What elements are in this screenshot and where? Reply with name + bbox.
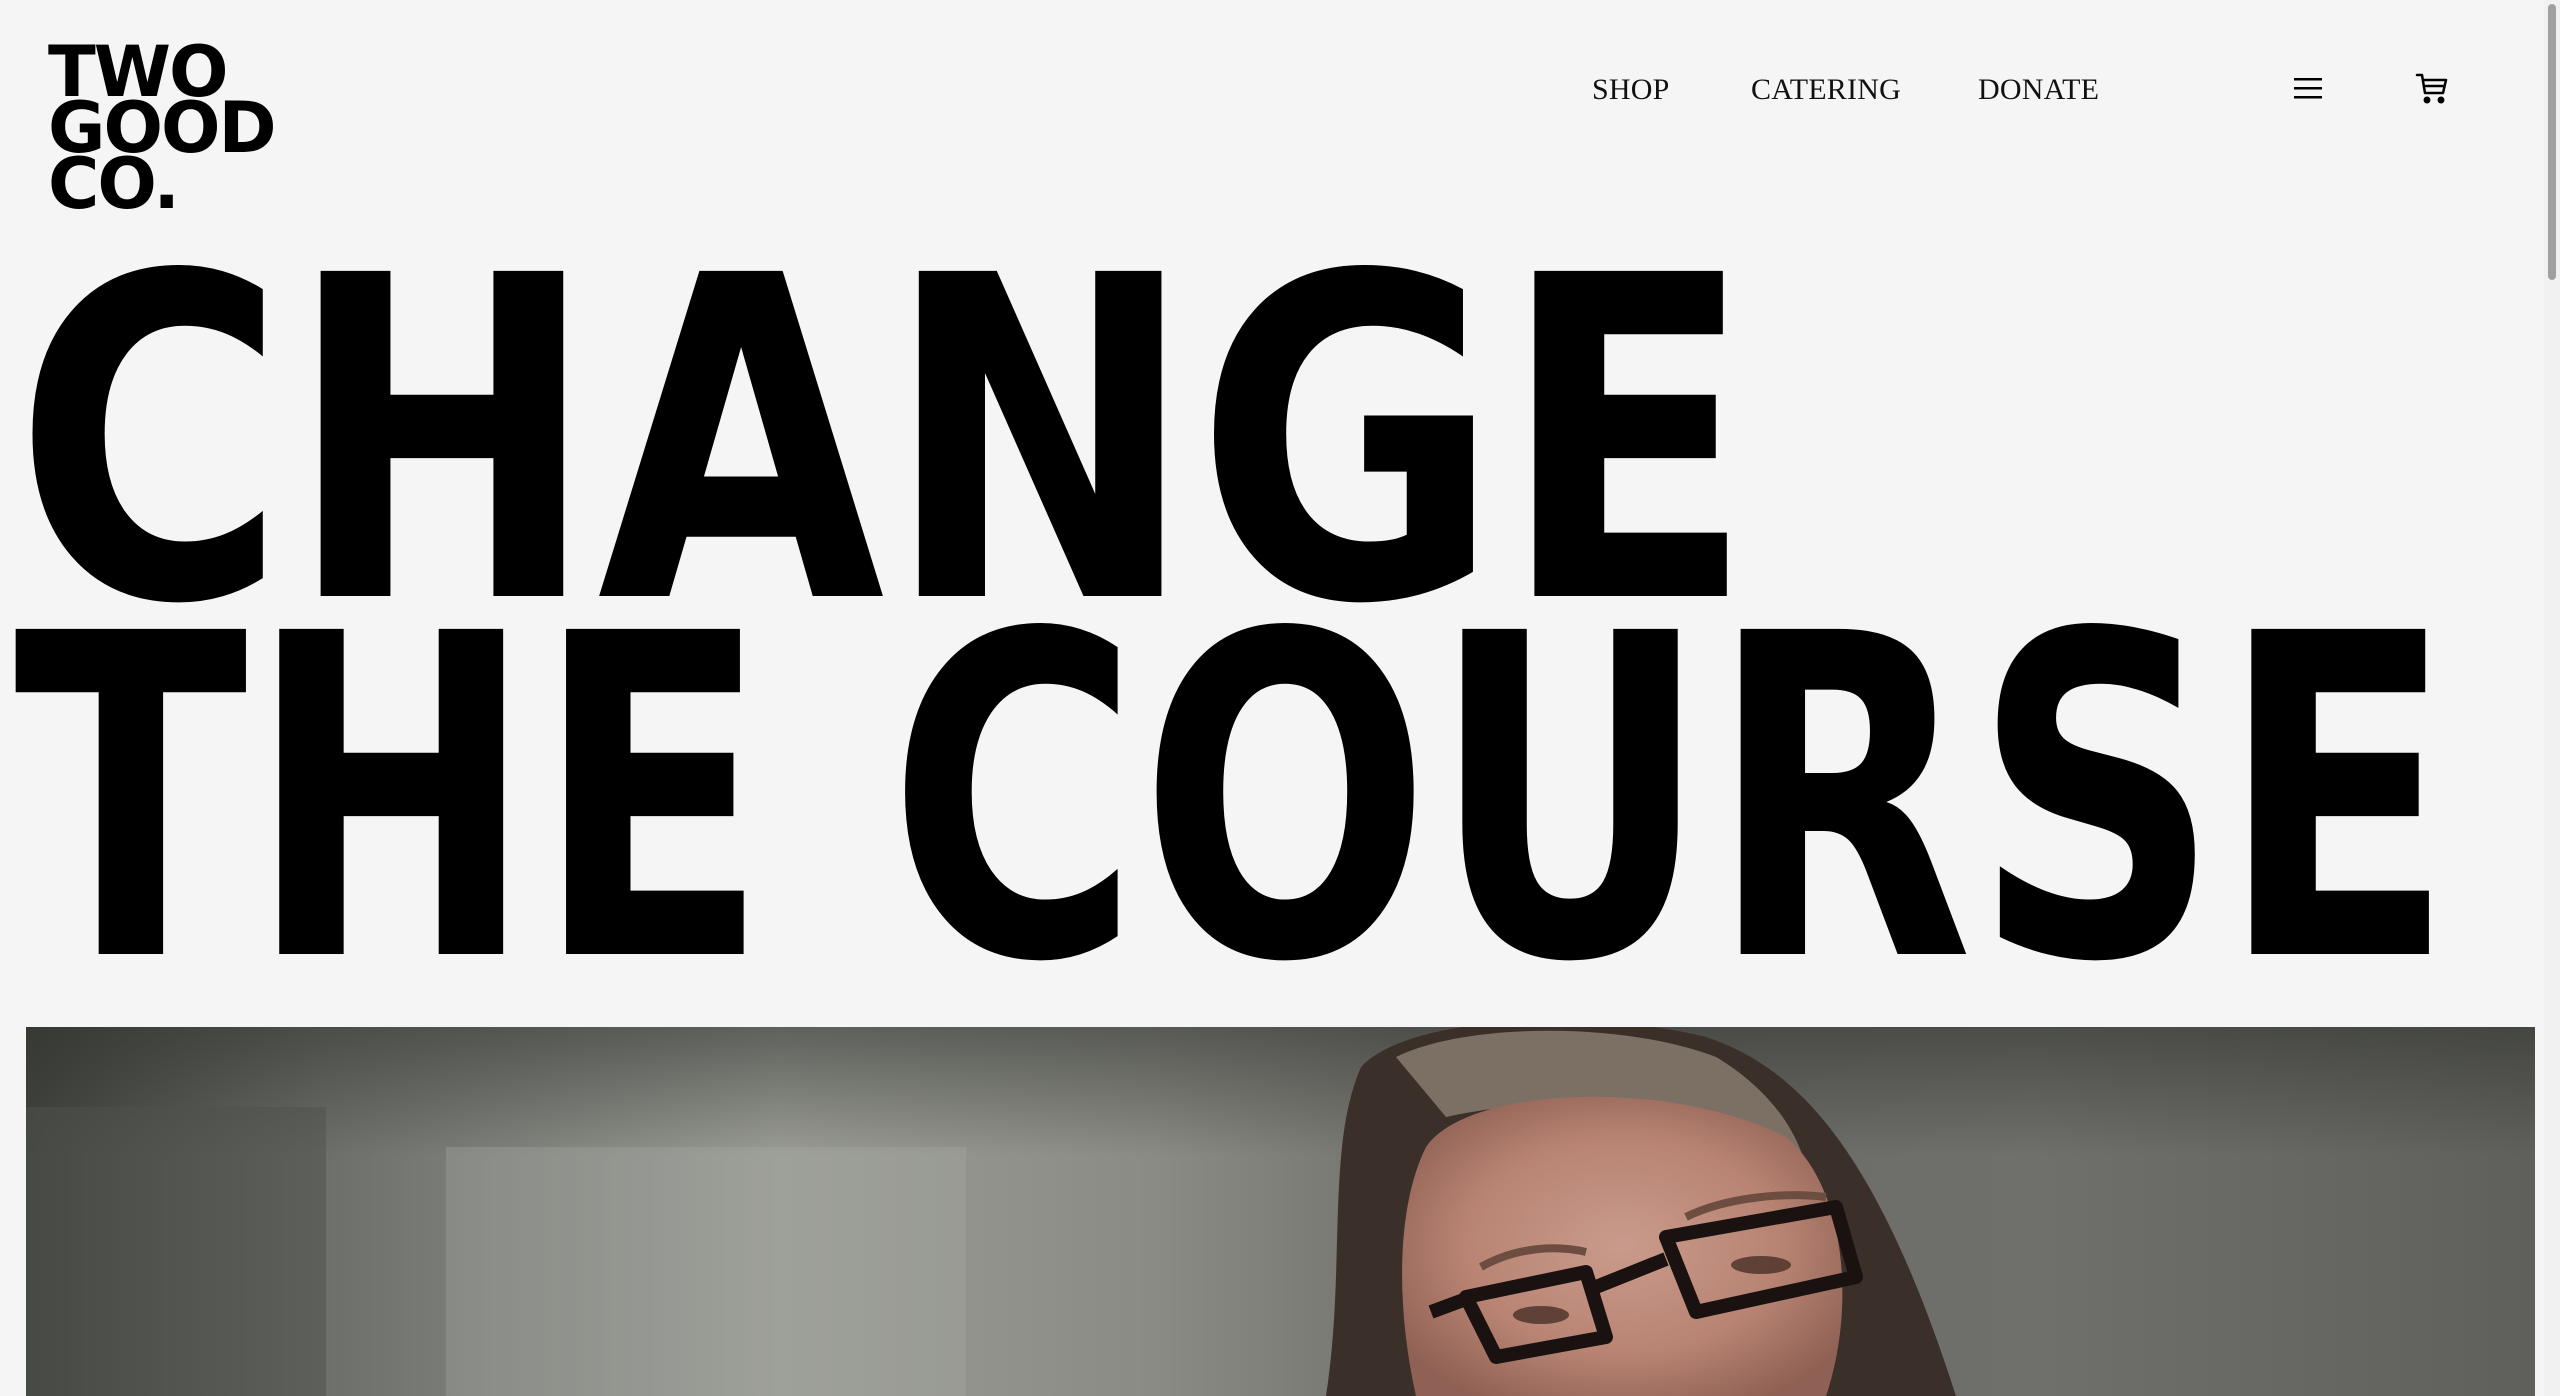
headline-line-2: THE COURSE <box>14 541 2454 1000</box>
hero-headline: CHANGE THE COURSE <box>0 0 2560 1060</box>
page-scrollbar[interactable] <box>2544 0 2560 1396</box>
scrollbar-thumb[interactable] <box>2548 4 2556 280</box>
portrait-image <box>26 1027 2535 1396</box>
hero-video[interactable] <box>26 1027 2535 1396</box>
